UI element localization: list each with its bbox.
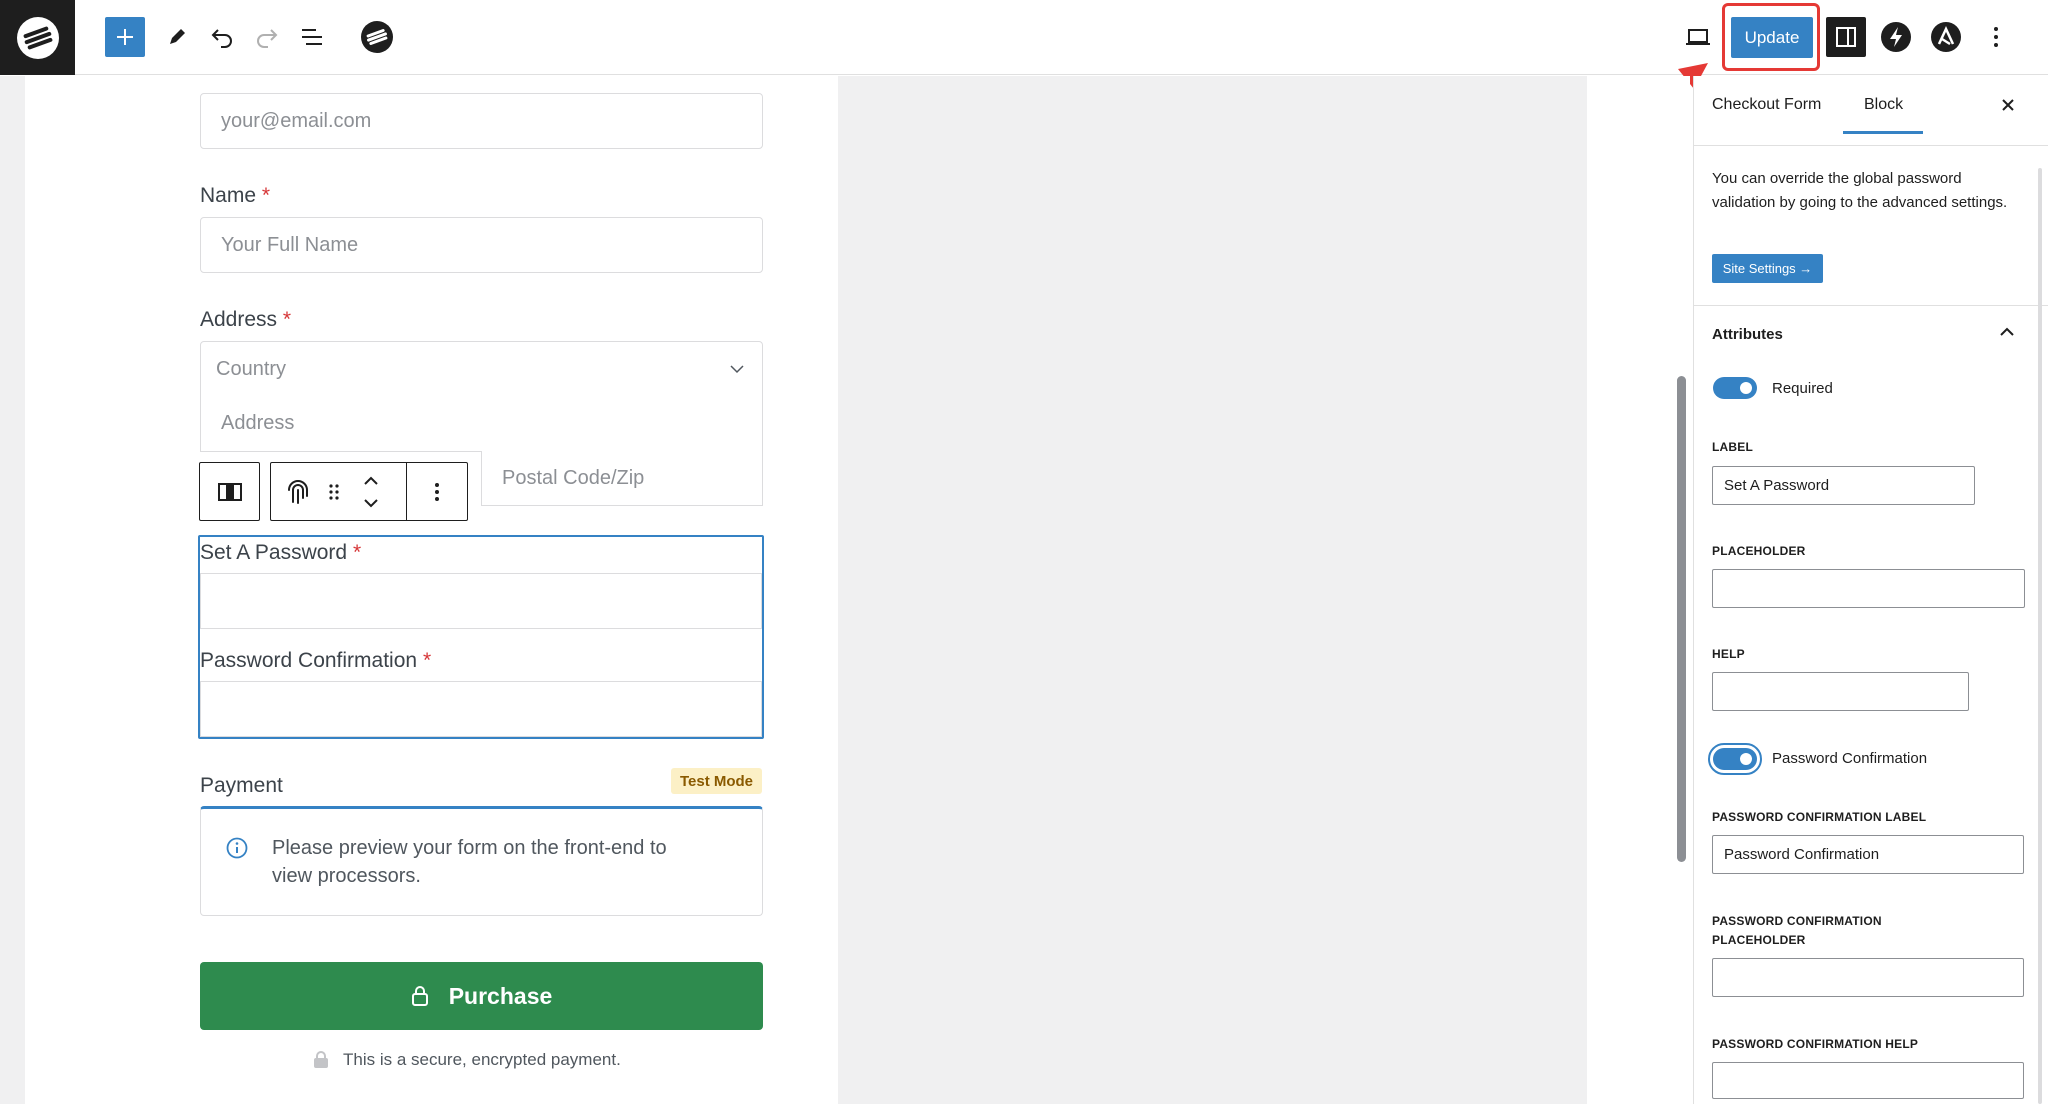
redo-icon [257,29,278,48]
pw-confirm-help-caption: PASSWORD CONFIRMATION HELP [1712,1037,1919,1051]
desktop-preview-icon [1686,29,1710,45]
options-button[interactable] [1976,17,2016,57]
pencil-icon [170,29,185,44]
password-confirmation-toggle[interactable] [1713,748,1757,770]
payment-notice: Please preview your form on the front-en… [200,806,763,916]
name-input[interactable]: Your Full Name [200,217,763,273]
purchase-label: Purchase [448,982,553,1009]
close-icon [2002,99,2014,111]
lock-icon [314,1051,328,1068]
purchase-button[interactable]: Purchase [200,962,763,1030]
placeholder-caption: PLACEHOLDER [1712,544,1806,558]
lightning-icon [1881,22,1911,52]
move-arrows-icon [364,476,378,507]
tab-checkout-form[interactable]: Checkout Form [1712,96,1821,114]
more-vertical-icon [435,482,439,501]
redo-button[interactable] [247,17,287,57]
block-toolbar [270,462,468,521]
close-sidebar-button[interactable] [1997,94,2019,116]
list-view-icon [302,29,322,45]
pw-confirm-placeholder-caption: PASSWORD CONFIRMATION [1712,914,1882,928]
drag-handle-icon [329,483,339,500]
fingerprint-icon [288,479,308,504]
canvas-scrollbar[interactable] [1677,376,1686,862]
country-select[interactable]: Country [200,341,763,397]
block-type-button[interactable] [199,462,260,521]
editor-top-bar: Update [0,0,2048,75]
tab-block[interactable]: Block [1864,96,1903,114]
lock-icon [411,986,428,1006]
test-mode-badge: Test Mode [671,768,762,794]
pw-confirm-help-field[interactable] [1712,1062,2024,1099]
sidebar-divider [1693,305,2048,306]
password-confirmation-input[interactable] [200,681,762,737]
address-input[interactable]: Address [200,396,763,452]
toolbar-divider [406,463,407,520]
info-icon [226,837,248,859]
placeholder-field[interactable] [1712,569,2025,608]
sidebar-toggle-icon [1836,27,1856,47]
site-settings-button[interactable]: Site Settings → [1712,254,1823,283]
site-logo-icon[interactable] [0,0,75,75]
add-block-button[interactable] [105,17,145,57]
password-confirmation-label: Password Confirmation * [200,649,432,672]
undo-icon [211,29,232,48]
sidebar-divider [1693,145,2048,146]
drag-handle-button[interactable] [321,463,347,520]
help-caption: HELP [1712,647,1745,661]
block-icon-button[interactable] [277,463,319,520]
chevron-down-icon [730,365,744,374]
astra-icon [1931,22,1961,52]
active-tab-indicator [1843,131,1923,134]
postal-code-input[interactable]: Postal Code/Zip [481,451,763,506]
undo-button[interactable] [202,17,242,57]
performance-button[interactable] [1876,17,1916,57]
move-up-down-button[interactable] [353,463,389,520]
label-field[interactable]: Set A Password [1712,466,1975,505]
more-vertical-icon [1994,27,1998,47]
password-info-text: You can override the global password val… [1712,170,2008,211]
help-field[interactable] [1712,672,1969,711]
password-label: Set A Password * [200,541,362,564]
name-label: Name * [200,184,271,207]
payment-label: Payment [200,774,283,797]
columns-block-icon [217,482,242,501]
canvas-gutter [1587,76,1690,1104]
plus-icon [117,29,133,45]
pw-confirm-placeholder-field[interactable] [1712,958,2024,997]
sidebar-scrollbar[interactable] [2038,168,2042,1104]
surecart-menu-button[interactable] [357,17,397,57]
settings-sidebar-toggle[interactable] [1826,17,1866,57]
preview-button[interactable] [1678,17,1718,57]
surecart-icon [361,21,393,53]
secure-payment-note: This is a secure, encrypted payment. [313,1050,621,1070]
block-options-button[interactable] [411,463,463,520]
pw-confirm-placeholder-caption-2: PLACEHOLDER [1712,933,1806,947]
pw-confirm-label-field[interactable]: Password Confirmation [1712,835,2024,874]
chevron-up-icon[interactable] [2000,327,2014,337]
list-view-button[interactable] [292,17,332,57]
tools-button[interactable] [157,17,197,57]
pw-confirm-label-caption: PASSWORD CONFIRMATION LABEL [1712,810,1927,824]
password-input[interactable] [200,573,762,629]
password-confirmation-toggle-label: Password Confirmation [1772,750,1928,767]
address-label: Address * [200,308,292,331]
attributes-heading[interactable]: Attributes [1712,326,1783,343]
required-toggle-label: Required [1772,380,1833,397]
label-caption: LABEL [1712,440,1753,454]
email-input[interactable]: your@email.com [200,93,763,149]
update-button[interactable]: Update [1731,17,1813,58]
payment-note-text: Please preview your form on the front-en… [272,837,667,887]
astra-button[interactable] [1926,17,1966,57]
required-toggle[interactable] [1713,377,1757,399]
